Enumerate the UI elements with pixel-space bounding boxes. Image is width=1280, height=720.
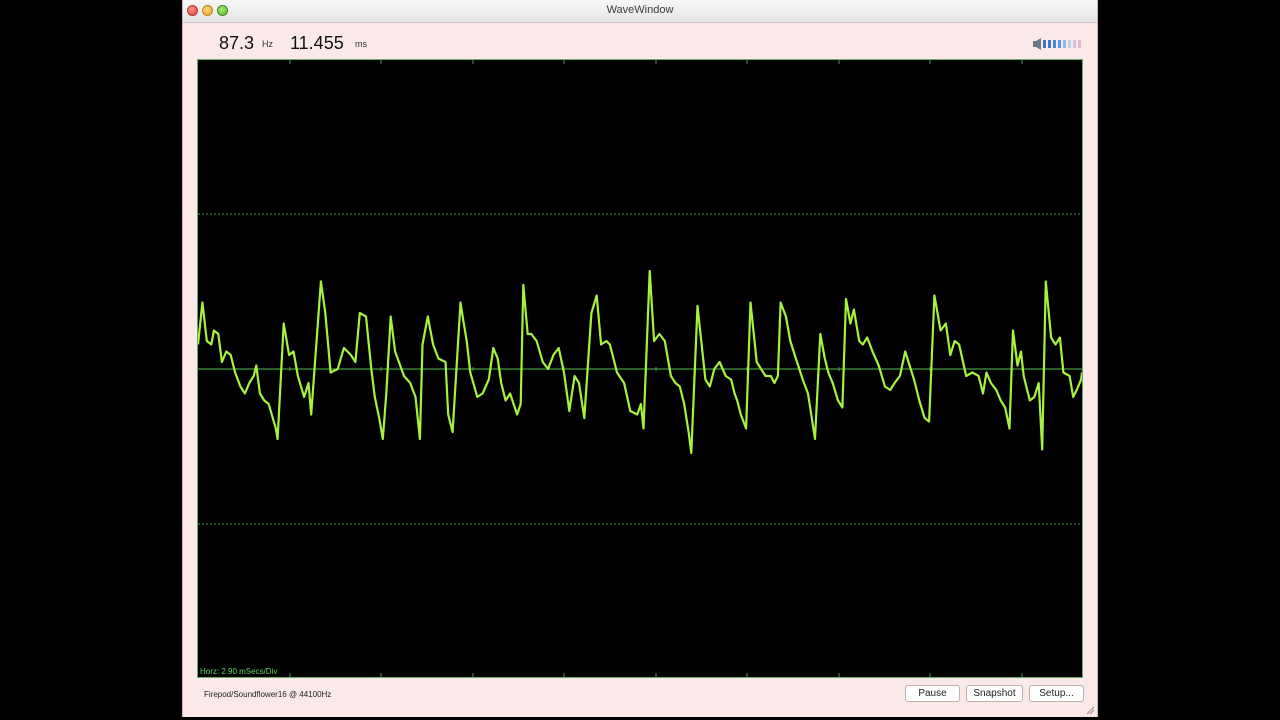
volume-bar [1063, 40, 1066, 48]
volume-meter[interactable] [1033, 37, 1085, 51]
pause-button[interactable]: Pause [905, 685, 960, 702]
volume-bar [1058, 40, 1061, 48]
horizontal-scale-label: Horz: 2.90 mSecs/Div [200, 667, 278, 676]
frequency-readout: 87.3 [219, 33, 255, 53]
volume-bar [1068, 40, 1071, 48]
frequency-unit: Hz [262, 39, 273, 49]
wave-window: WaveWindow 87.3 Hz 11.455 ms Horz: 2.90 … [182, 0, 1098, 717]
device-status: Firepod/Soundflower16 @ 44100Hz [204, 690, 332, 699]
oscilloscope-display[interactable]: Horz: 2.90 mSecs/Div [197, 59, 1083, 678]
period-unit: ms [355, 39, 367, 49]
window-title: WaveWindow [606, 4, 674, 16]
volume-bar [1053, 40, 1056, 48]
snapshot-button[interactable]: Snapshot [966, 685, 1023, 702]
resize-grip-icon[interactable] [1085, 705, 1095, 715]
speaker-icon [1033, 38, 1041, 50]
setup-button[interactable]: Setup... [1029, 685, 1084, 702]
period-readout: 11.455 [290, 33, 344, 53]
volume-bar [1043, 40, 1046, 48]
volume-bar [1078, 40, 1081, 48]
title-bar[interactable]: WaveWindow [183, 0, 1097, 23]
waveform-trace [198, 269, 1082, 455]
volume-bar [1048, 40, 1051, 48]
waveform-plot [198, 60, 1082, 677]
volume-bar [1073, 40, 1076, 48]
